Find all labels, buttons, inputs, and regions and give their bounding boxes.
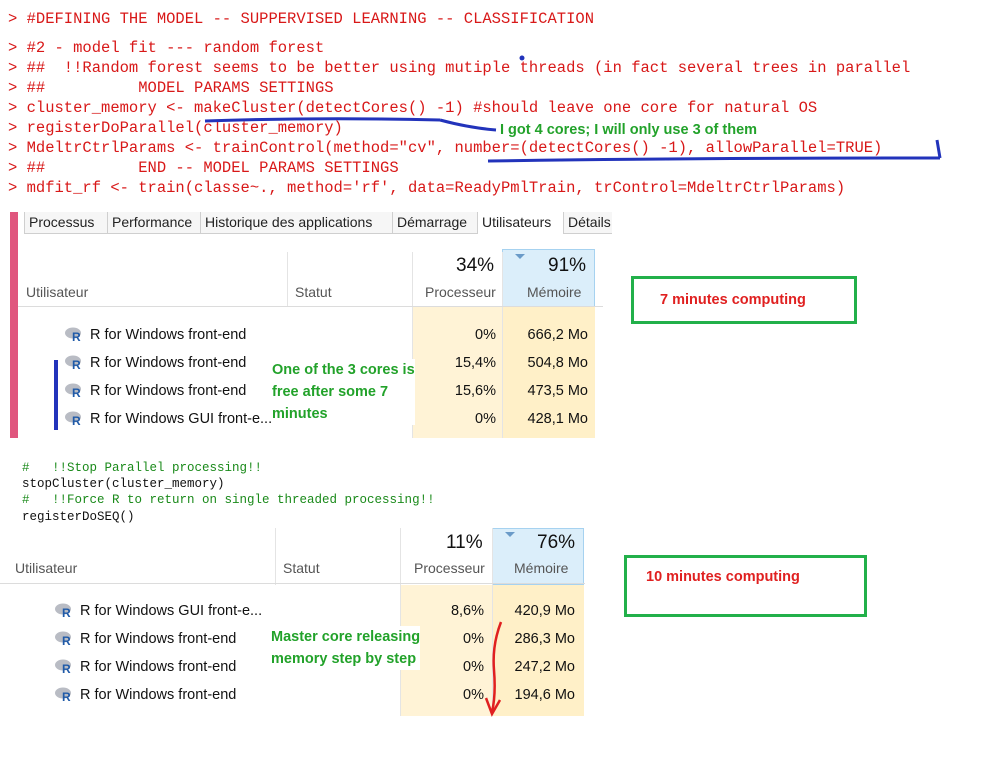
col-header-user[interactable]: Utilisateur [15,560,77,576]
memory-release-annotation: Master core releasing memory step by ste… [271,626,421,670]
r-app-icon: R [55,603,71,618]
process-mem: 473,5 Mo [527,383,588,399]
process-name: R for Windows front-end [80,687,237,703]
code-line: stopCluster(cluster_memory) [22,477,225,491]
annotation-line: free after some 7 [272,384,389,400]
process-name: R for Windows front-end [80,659,237,675]
col-header-status[interactable]: Statut [295,284,332,300]
cpu-total: 34% [456,255,495,276]
timing-box-1: 7 minutes computing [631,276,857,324]
annotation-line: One of the 3 cores is [272,362,415,378]
col-header-cpu[interactable]: Processeur [425,284,496,300]
svg-text:R: R [72,414,81,426]
r-app-icon: R [65,383,81,398]
mem-total: 76% [537,532,576,553]
annotation-line: Master core releasing [271,629,421,645]
r-app-icon: R [55,631,71,646]
r-app-icon: R [65,355,81,370]
cpu-total: 11% [446,532,483,553]
header-divider [18,306,603,307]
header-divider [0,583,585,584]
process-name: R for Windows front-end [90,355,247,371]
red-down-arrow [484,621,503,717]
annotation-line: memory step by step [271,651,417,667]
tab-processus[interactable]: Processus [24,212,108,234]
timing-label: 10 minutes computing [646,569,800,585]
tab-utilisateurs[interactable]: Utilisateurs [477,212,564,234]
mem-total: 91% [548,255,587,276]
svg-text:R: R [62,606,71,618]
timing-label: 7 minutes computing [660,292,806,308]
col-header-mem[interactable]: Mémoire [514,560,568,576]
svg-text:R: R [72,330,81,342]
r-app-icon: R [65,411,81,426]
col-divider [275,528,276,585]
sort-arrow-icon [505,532,515,537]
tab-details[interactable]: Détails [563,212,612,234]
process-name: R for Windows GUI front-e... [80,603,263,619]
code-comment: # !!Force R to return on single threaded… [22,493,435,507]
process-cpu: 0% [463,687,484,703]
process-name: R for Windows front-end [80,631,237,647]
col-divider [287,252,288,307]
blue-annotation-strokes [204,55,942,163]
sort-arrow-icon [515,254,525,259]
process-cpu: 0% [475,411,496,427]
col-header-mem[interactable]: Mémoire [527,284,581,300]
process-cpu: 0% [463,659,484,675]
tab-historique[interactable]: Historique des applications [200,212,393,234]
tab-demarrage[interactable]: Démarrage [392,212,478,234]
process-cpu: 15,4% [454,355,496,371]
r-app-icon: R [55,659,71,674]
process-cpu: 15,6% [454,383,496,399]
process-mem: 666,2 Mo [527,327,588,343]
code-line: registerDoSEQ() [22,510,135,524]
process-name: R for Windows front-end [90,327,247,343]
process-name: R for Windows GUI front-e... [90,411,273,427]
svg-text:R: R [72,386,81,398]
code-comment: # !!Stop Parallel processing!! [22,461,263,475]
timing-box-2: 10 minutes computing [624,555,867,617]
cores-annotation: I got 4 cores; I will only use 3 of them [500,122,758,138]
col-header-user[interactable]: Utilisateur [26,284,88,300]
svg-text:R: R [62,662,71,674]
process-cpu: 8,6% [450,603,484,619]
table-row[interactable]: R R for Windows front-end 0% 666,2 Mo [10,322,612,350]
tab-performance[interactable]: Performance [107,212,201,234]
cores-free-annotation: One of the 3 cores is free after some 7 … [272,359,415,425]
r-app-icon: R [65,327,81,342]
col-header-cpu[interactable]: Processeur [414,560,485,576]
process-cpu: 0% [463,631,484,647]
svg-text:R: R [72,358,81,370]
svg-text:R: R [62,634,71,646]
process-mem: 428,1 Mo [527,411,588,427]
task-manager-panel-1: Processus Performance Historique des app… [10,212,612,438]
process-cpu: 0% [475,327,496,343]
process-mem: 504,8 Mo [527,355,588,371]
col-header-status[interactable]: Statut [283,560,320,576]
blue-bracket [54,360,58,430]
process-name: R for Windows front-end [90,383,247,399]
svg-text:R: R [62,690,71,702]
r-app-icon: R [55,687,71,702]
annotation-line: minutes [272,406,328,422]
